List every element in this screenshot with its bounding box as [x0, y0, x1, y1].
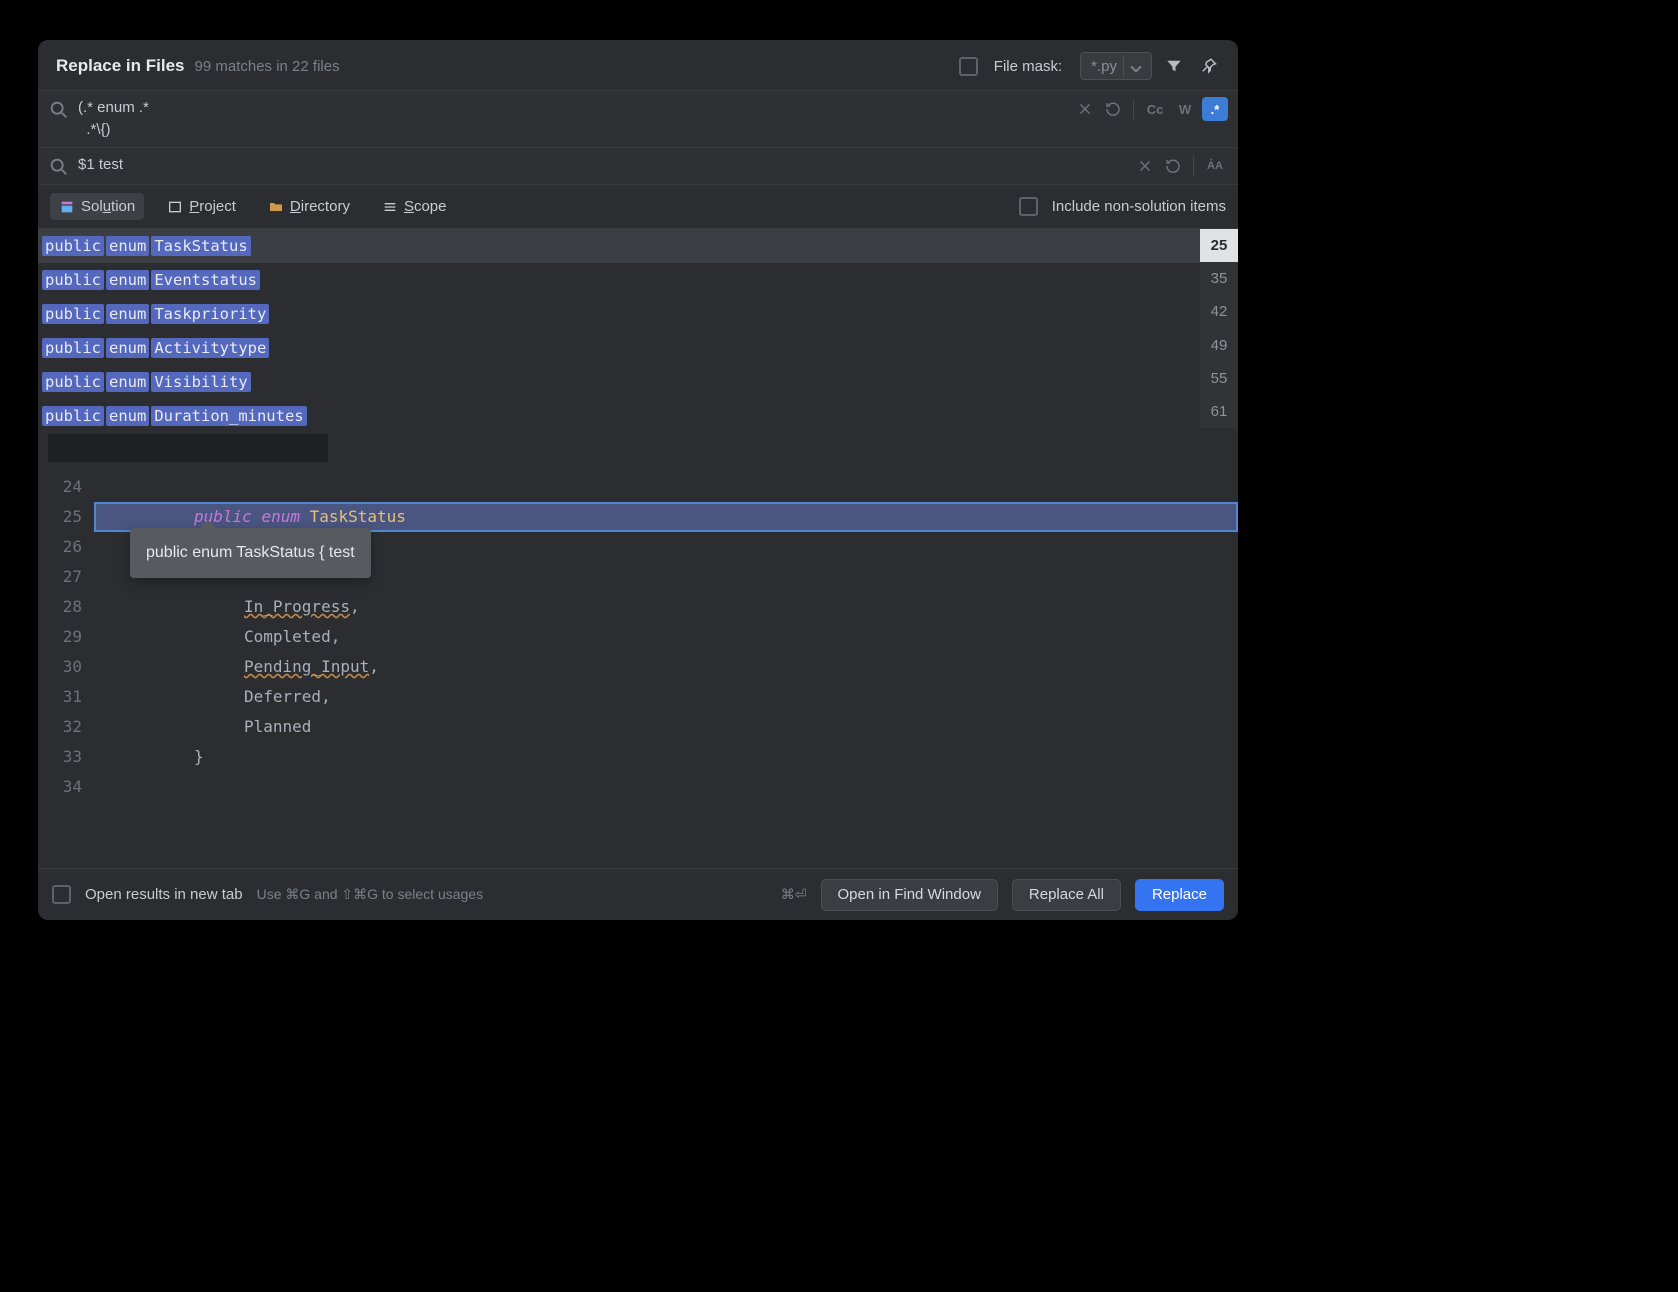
- editor-gutter: 2425262728293031323334: [38, 468, 94, 868]
- result-line-number: 35: [1200, 262, 1238, 295]
- result-row[interactable]: publicenumEventstatus: [38, 263, 1200, 297]
- dialog-footer: Open results in new tab Use ⌘G and ⇧⌘G t…: [38, 868, 1238, 920]
- replace-history-icon[interactable]: [1161, 154, 1185, 178]
- code-line: [94, 472, 1238, 502]
- replacement-tooltip: public enum TaskStatus { test: [130, 528, 371, 578]
- result-line-number: 49: [1200, 329, 1238, 362]
- open-results-label: Open results in new tab: [85, 886, 243, 903]
- scope-directory[interactable]: Directory: [259, 193, 359, 220]
- file-path-row: [38, 428, 1238, 468]
- results-panel: publicenumTaskStatuspublicenumEventstatu…: [38, 228, 1238, 428]
- scope-solution[interactable]: Solution: [50, 193, 144, 220]
- whole-word-toggle[interactable]: W: [1172, 97, 1198, 121]
- open-find-window-button[interactable]: Open in Find Window: [821, 879, 998, 911]
- code-line: Deferred,: [94, 682, 1238, 712]
- filemask-select[interactable]: *.py: [1080, 52, 1152, 80]
- shortcut-hint: ⌘⏎: [781, 886, 807, 903]
- clear-replace-icon[interactable]: [1133, 154, 1157, 178]
- clear-search-icon[interactable]: [1073, 97, 1097, 121]
- code-line: [94, 772, 1238, 802]
- search-icon: [48, 99, 70, 121]
- code-line: }: [94, 742, 1238, 772]
- replace-button[interactable]: Replace: [1135, 879, 1224, 911]
- result-row[interactable]: publicenumTaskpriority: [38, 297, 1200, 331]
- history-icon[interactable]: [1101, 97, 1125, 121]
- file-path: [48, 434, 328, 462]
- replace-input[interactable]: $1 test: [78, 154, 1125, 176]
- replace-row: $1 test A͛A: [38, 147, 1238, 184]
- filter-icon[interactable]: [1162, 54, 1186, 78]
- filemask-value: *.py: [1091, 58, 1117, 75]
- filemask-label: File mask:: [994, 58, 1062, 75]
- replace-in-files-dialog: Replace in Files 99 matches in 22 files …: [38, 40, 1238, 920]
- code-line: Completed,: [94, 622, 1238, 652]
- scope-project[interactable]: Project: [158, 193, 245, 220]
- search-row: (.* enum .* .*\{) Cc W .*: [38, 90, 1238, 147]
- code-line: Pending_Input,: [94, 652, 1238, 682]
- result-line-number: 42: [1200, 295, 1238, 328]
- preview-editor[interactable]: 2425262728293031323334 public enum TaskS…: [38, 468, 1238, 868]
- dialog-title: Replace in Files: [56, 56, 185, 76]
- match-case-toggle[interactable]: Cc: [1142, 97, 1168, 121]
- replace-all-button[interactable]: Replace All: [1012, 879, 1121, 911]
- result-row[interactable]: publicenumActivitytype: [38, 331, 1200, 365]
- result-row[interactable]: publicenumVisibility: [38, 365, 1200, 399]
- result-line-number: 25: [1200, 229, 1238, 262]
- regex-toggle[interactable]: .*: [1202, 97, 1228, 121]
- results-list[interactable]: publicenumTaskStatuspublicenumEventstatu…: [38, 229, 1200, 428]
- preserve-case-toggle[interactable]: A͛A: [1202, 154, 1228, 178]
- usage-hint: Use ⌘G and ⇧⌘G to select usages: [257, 886, 484, 903]
- search-input[interactable]: (.* enum .* .*\{): [78, 97, 1065, 141]
- scope-scope[interactable]: Scope: [373, 193, 456, 220]
- result-line-number: 55: [1200, 362, 1238, 395]
- code-line: Planned: [94, 712, 1238, 742]
- results-gutter: 253542495561: [1200, 229, 1238, 428]
- chevron-down-icon: [1123, 55, 1145, 77]
- dialog-header: Replace in Files 99 matches in 22 files …: [38, 40, 1238, 90]
- scope-row: Solution Project Directory Scope Include…: [38, 184, 1238, 228]
- result-line-number: 61: [1200, 395, 1238, 428]
- include-nonsolution-checkbox[interactable]: [1019, 197, 1038, 216]
- result-row[interactable]: publicenumDuration_minutes: [38, 399, 1200, 428]
- code-line: In_Progress,: [94, 592, 1238, 622]
- filemask-checkbox[interactable]: [959, 57, 978, 76]
- pin-icon[interactable]: [1196, 54, 1220, 78]
- editor-code: public enum TaskStatus { test public enu…: [94, 468, 1238, 868]
- search-icon: [48, 156, 70, 178]
- open-results-checkbox[interactable]: [52, 885, 71, 904]
- result-row[interactable]: publicenumTaskStatus: [38, 229, 1200, 263]
- include-nonsolution-label: Include non-solution items: [1052, 198, 1226, 215]
- match-summary: 99 matches in 22 files: [195, 58, 340, 75]
